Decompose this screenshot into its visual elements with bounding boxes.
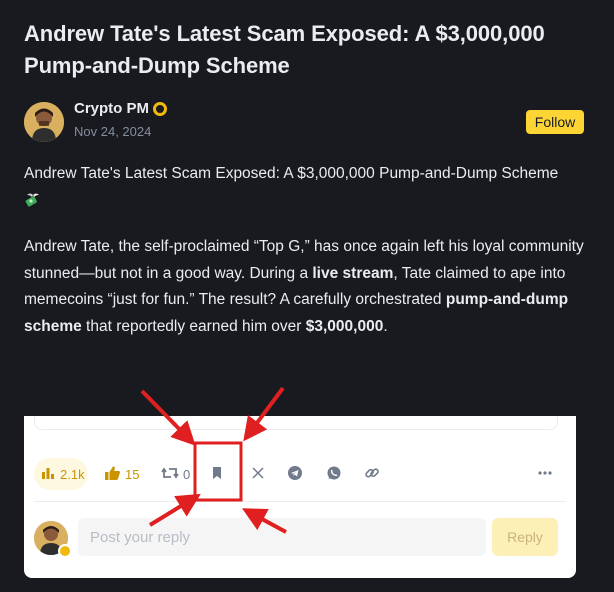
repost-icon xyxy=(161,465,179,484)
article-paragraph: Andrew Tate, the self-proclaimed “Top G,… xyxy=(24,234,584,340)
engagement-panel: 2.1k 15 0 Post your reply Reply xyxy=(24,416,576,578)
highlight-amount: $3,000,000 xyxy=(305,317,384,335)
link-icon xyxy=(364,465,380,484)
scrollbar[interactable] xyxy=(608,0,614,592)
telegram-icon xyxy=(287,465,303,484)
like-button[interactable]: 15 xyxy=(104,458,139,490)
author-row: Crypto PM Nov 24, 2024 Follow xyxy=(24,100,584,144)
likes-count: 15 xyxy=(125,466,140,482)
article: Andrew Tate's Latest Scam Exposed: A $3,… xyxy=(24,18,584,335)
more-options-button[interactable] xyxy=(537,458,553,490)
copy-link-button[interactable] xyxy=(364,458,380,490)
action-bar: 2.1k 15 0 xyxy=(34,458,566,490)
views-button[interactable]: 2.1k xyxy=(34,458,88,490)
paragraph-part-4: . xyxy=(383,317,388,335)
share-x-button[interactable] xyxy=(251,458,265,490)
intro-text: Andrew Tate's Latest Scam Exposed: A $3,… xyxy=(24,165,559,182)
repost-button[interactable]: 0 xyxy=(161,458,190,490)
bookmark-icon xyxy=(210,465,224,484)
share-whatsapp-button[interactable] xyxy=(326,458,342,490)
article-title: Andrew Tate's Latest Scam Exposed: A $3,… xyxy=(24,21,545,78)
views-icon xyxy=(40,465,56,484)
paragraph-part-3: that reportedly earned him over xyxy=(81,317,306,335)
x-icon xyxy=(251,466,265,483)
more-icon xyxy=(537,465,553,484)
verified-badge-icon xyxy=(153,102,167,116)
reply-input[interactable] xyxy=(78,518,486,556)
whatsapp-icon xyxy=(326,465,342,484)
bookmark-button[interactable] xyxy=(210,458,224,490)
verified-badge-icon xyxy=(58,544,72,558)
reposts-count: 0 xyxy=(183,466,191,482)
author-name[interactable]: Crypto PM xyxy=(74,100,167,118)
reply-button[interactable]: Reply xyxy=(492,518,558,556)
article-intro: Andrew Tate's Latest Scam Exposed: A $3,… xyxy=(24,161,584,214)
views-count: 2.1k xyxy=(60,466,85,482)
follow-button[interactable]: Follow xyxy=(526,110,584,134)
author-avatar[interactable] xyxy=(24,102,64,142)
article-body: Andrew Tate's Latest Scam Exposed: A $3,… xyxy=(24,161,584,340)
thumbs-up-icon xyxy=(104,465,121,484)
post-date: Nov 24, 2024 xyxy=(74,124,152,139)
money-with-wings-icon xyxy=(24,191,40,207)
previous-card-edge xyxy=(34,416,558,430)
divider xyxy=(34,501,566,502)
author-name-text[interactable]: Crypto PM xyxy=(74,100,149,118)
reply-composer: Reply xyxy=(34,518,566,558)
share-telegram-button[interactable] xyxy=(287,458,303,490)
highlight-live-stream: live stream xyxy=(312,264,394,282)
